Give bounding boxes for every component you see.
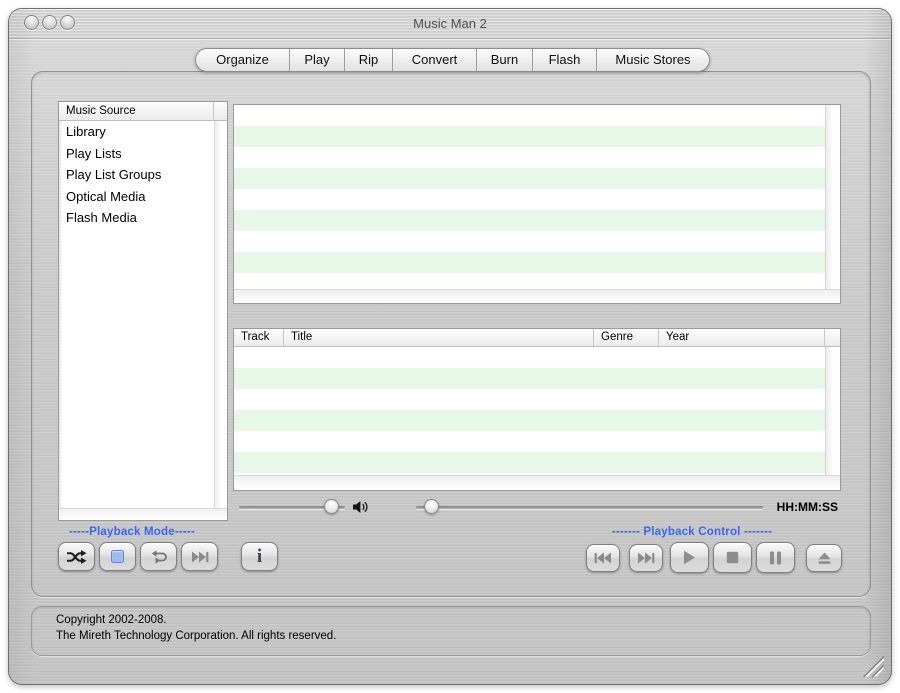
stop-icon (726, 551, 739, 564)
title-bar[interactable]: Music Man 2 (9, 9, 891, 39)
next-button[interactable] (629, 544, 663, 572)
content-list (233, 104, 841, 304)
track-table: Track Title Genre Year (233, 328, 841, 491)
copyright-box: Copyright 2002-2008. The Mireth Technolo… (31, 606, 871, 656)
sidebar-item-optical-media[interactable]: Optical Media (59, 186, 214, 208)
column-header-year[interactable]: Year (659, 329, 825, 347)
copyright-line1: Copyright 2002-2008. (56, 614, 167, 626)
sidebar-item-library[interactable]: Library (59, 121, 214, 143)
window-title: Music Man 2 (413, 16, 487, 31)
volume-slider[interactable] (239, 499, 345, 515)
mode-stop-button[interactable] (99, 542, 136, 571)
tab-convert[interactable]: Convert (393, 49, 477, 71)
column-header-genre[interactable]: Genre (594, 329, 659, 347)
content-list-rows[interactable] (234, 105, 840, 289)
tab-rip[interactable]: Rip (345, 49, 393, 71)
tab-burn[interactable]: Burn (477, 49, 533, 71)
stop-blue-icon (111, 550, 124, 563)
shuffle-button[interactable] (58, 542, 95, 571)
next-icon (638, 552, 655, 564)
speaker-icon (353, 501, 368, 513)
tab-organize[interactable]: Organize (196, 49, 290, 71)
repeat-icon (151, 549, 167, 564)
sidebar-horizontal-scrollbar[interactable] (59, 508, 227, 520)
mode-skip-button[interactable] (181, 542, 218, 571)
content-list-horizontal-scrollbar[interactable] (234, 289, 840, 303)
repeat-button[interactable] (140, 542, 177, 571)
eject-button[interactable] (806, 544, 842, 572)
previous-button[interactable] (586, 544, 620, 572)
column-header-title[interactable]: Title (284, 329, 594, 347)
sidebar-item-play-lists[interactable]: Play Lists (59, 143, 214, 165)
tab-bar: Organize Play Rip Convert Burn Flash Mus… (195, 48, 710, 72)
skip-next-icon (191, 551, 208, 562)
seek-slider-track[interactable] (416, 506, 763, 509)
content-list-vertical-scrollbar[interactable] (825, 105, 840, 289)
tab-flash[interactable]: Flash (533, 49, 597, 71)
track-table-horizontal-scrollbar[interactable] (234, 475, 840, 490)
stop-button[interactable] (713, 542, 752, 573)
copyright-line2: The Mireth Technology Corporation. All r… (56, 630, 337, 642)
pause-button[interactable] (756, 542, 795, 573)
play-icon (684, 550, 695, 565)
info-button[interactable]: i (241, 542, 278, 571)
app-window: Music Man 2 Organize Play Rip Convert Bu… (8, 8, 892, 685)
track-table-vertical-scrollbar[interactable] (825, 347, 840, 475)
previous-icon (594, 552, 611, 564)
playback-control-label: ------- Playback Control ------- (611, 526, 773, 538)
music-source-header: Music Source (59, 102, 227, 121)
track-table-rows[interactable] (234, 347, 840, 475)
seek-slider[interactable] (416, 499, 763, 515)
playback-mode-label: -----Playback Mode----- (69, 526, 195, 538)
sidebar-item-play-list-groups[interactable]: Play List Groups (59, 164, 214, 186)
header-divider (213, 102, 214, 121)
pause-icon (770, 551, 781, 564)
sidebar-vertical-scrollbar[interactable] (214, 121, 227, 508)
eject-icon (818, 552, 830, 564)
column-header-track[interactable]: Track (234, 329, 284, 347)
track-table-header: Track Title Genre Year (234, 329, 840, 347)
tab-play[interactable]: Play (290, 49, 345, 71)
tab-music-stores[interactable]: Music Stores (597, 49, 709, 71)
time-display: HH:MM:SS (776, 500, 838, 514)
music-source-items: Library Play Lists Play List Groups Opti… (59, 121, 214, 508)
seek-slider-thumb[interactable] (424, 499, 439, 514)
music-source-list: Music Source Library Play Lists Play Lis… (58, 101, 228, 521)
volume-slider-thumb[interactable] (324, 499, 339, 514)
sidebar-item-flash-media[interactable]: Flash Media (59, 207, 214, 229)
play-button[interactable] (670, 542, 709, 573)
column-header-spacer (825, 329, 840, 347)
resize-grip[interactable] (862, 655, 884, 677)
shuffle-icon (67, 549, 87, 564)
info-icon: i (256, 546, 263, 567)
